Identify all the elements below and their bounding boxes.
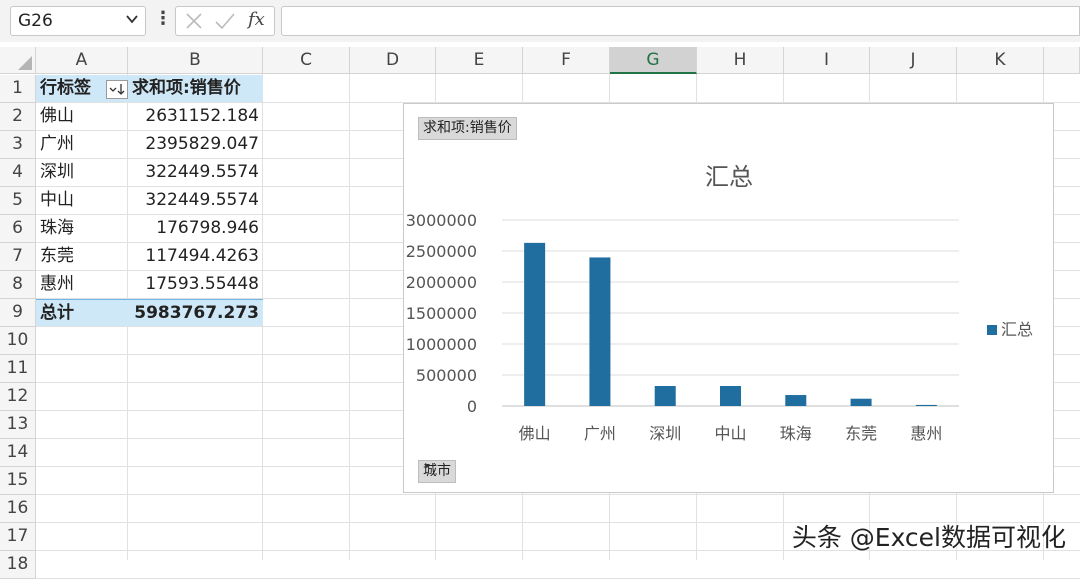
column-header-k[interactable]: K	[957, 47, 1044, 74]
pivot-total-label[interactable]: 总计	[36, 299, 128, 326]
select-all-button[interactable]	[0, 47, 36, 74]
y-tick-label: 2500000	[406, 242, 477, 261]
name-box[interactable]: G26	[10, 6, 146, 36]
pivot-row-value[interactable]: 176798.946	[128, 215, 263, 242]
x-tick-label: 惠州	[910, 424, 942, 443]
pivot-row-label[interactable]: 佛山	[36, 103, 128, 130]
bar-深圳	[654, 386, 676, 406]
bar-广州	[589, 257, 611, 406]
row-header-9[interactable]: 9	[0, 299, 36, 327]
row-header-15[interactable]: 15	[0, 467, 36, 495]
y-tick-label: 2000000	[406, 273, 477, 292]
bar-惠州	[915, 404, 937, 406]
chart-plot: 汇总 0 500000 1000000 1500000 2000000 2500000 300…	[406, 163, 1033, 443]
row-header-2[interactable]: 2	[0, 103, 36, 131]
bar-珠海	[785, 395, 807, 406]
more-options-icon[interactable]: ⋮	[154, 8, 172, 29]
column-header-c[interactable]: C	[263, 47, 350, 74]
row-header-5[interactable]: 5	[0, 187, 36, 215]
column-header-a[interactable]: A	[36, 47, 128, 74]
row-header-10[interactable]: 10	[0, 327, 36, 355]
column-header-e[interactable]: E	[436, 47, 523, 74]
confirm-icon[interactable]	[214, 11, 236, 31]
y-tick-label: 1000000	[406, 335, 477, 354]
y-tick-label: 1500000	[406, 304, 477, 323]
x-tick-label: 珠海	[780, 424, 812, 443]
pivot-row-value[interactable]: 322449.5574	[128, 159, 263, 186]
pivot-row-value[interactable]: 2631152.184	[128, 103, 263, 130]
column-header-j[interactable]: J	[870, 47, 957, 74]
pivot-row-label[interactable]: 惠州	[36, 271, 128, 298]
column-header-h[interactable]: H	[697, 47, 784, 74]
pivot-row-value[interactable]: 117494.4263	[128, 243, 263, 270]
legend-swatch	[987, 325, 997, 335]
x-tick-label: 东莞	[845, 424, 877, 443]
y-tick-label: 500000	[416, 366, 477, 385]
column-header-i[interactable]: I	[784, 47, 870, 74]
row-header-16[interactable]: 16	[0, 495, 36, 523]
chart-title: 汇总	[705, 163, 753, 191]
column-header-d[interactable]: D	[350, 47, 436, 74]
formula-input[interactable]	[281, 6, 1080, 36]
x-tick-label: 中山	[714, 424, 746, 443]
name-box-value: G26	[18, 11, 53, 31]
pivot-row-label[interactable]: 深圳	[36, 159, 128, 186]
column-header-f[interactable]: F	[523, 47, 610, 74]
pivot-row-value[interactable]: 17593.55448	[128, 271, 263, 298]
gridline	[349, 74, 350, 560]
row-header-11[interactable]: 11	[0, 355, 36, 383]
pivot-filter-button[interactable]	[106, 80, 128, 99]
row-header-17[interactable]: 17	[0, 523, 36, 551]
pivot-row-label[interactable]: 中山	[36, 187, 128, 214]
gridline	[36, 494, 1080, 495]
pivot-row-value[interactable]: 322449.5574	[128, 187, 263, 214]
bar-东莞	[850, 398, 872, 406]
column-header-g[interactable]: G	[610, 47, 697, 74]
row-header-8[interactable]: 8	[0, 271, 36, 299]
cancel-icon[interactable]	[184, 11, 204, 31]
column-header-b[interactable]: B	[128, 47, 263, 74]
x-tick-label: 深圳	[649, 424, 681, 443]
chevron-down-icon[interactable]	[125, 12, 139, 26]
row-header-13[interactable]: 13	[0, 411, 36, 439]
pivot-value-header: 求和项:销售价	[128, 75, 263, 102]
pivot-chart[interactable]: 求和项:销售价 城市 汇总 0 500000 1000000 1500000 200000…	[403, 103, 1054, 493]
formula-bar: G26 ⋮ fx	[0, 0, 1080, 42]
pivot-total-value[interactable]: 5983767.273	[128, 299, 263, 326]
row-header-6[interactable]: 6	[0, 215, 36, 243]
row-header-4[interactable]: 4	[0, 159, 36, 187]
y-tick-label: 3000000	[406, 211, 477, 230]
row-header-12[interactable]: 12	[0, 383, 36, 411]
bar-佛山	[524, 242, 546, 406]
x-tick-label: 广州	[584, 424, 616, 443]
column-header-partial[interactable]	[1044, 47, 1080, 74]
row-header-14[interactable]: 14	[0, 439, 36, 467]
row-header-1[interactable]: 1	[0, 75, 36, 103]
pivot-row-label[interactable]: 广州	[36, 131, 128, 158]
legend-label: 汇总	[1001, 320, 1033, 339]
watermark: 头条 @Excel数据可视化	[791, 523, 1066, 552]
x-tick-label: 佛山	[519, 424, 551, 443]
row-header-18[interactable]: 18	[0, 551, 36, 579]
formula-tools: fx	[175, 6, 275, 36]
pivot-row-label[interactable]: 珠海	[36, 215, 128, 242]
pivot-row-label[interactable]: 东莞	[36, 243, 128, 270]
sort-filter-icon	[109, 84, 125, 95]
bar-中山	[720, 386, 741, 406]
insert-function-icon[interactable]: fx	[248, 9, 265, 30]
row-header-7[interactable]: 7	[0, 243, 36, 271]
y-tick-label: 0	[467, 397, 477, 416]
row-header-3[interactable]: 3	[0, 131, 36, 159]
pivot-row-value[interactable]: 2395829.047	[128, 131, 263, 158]
